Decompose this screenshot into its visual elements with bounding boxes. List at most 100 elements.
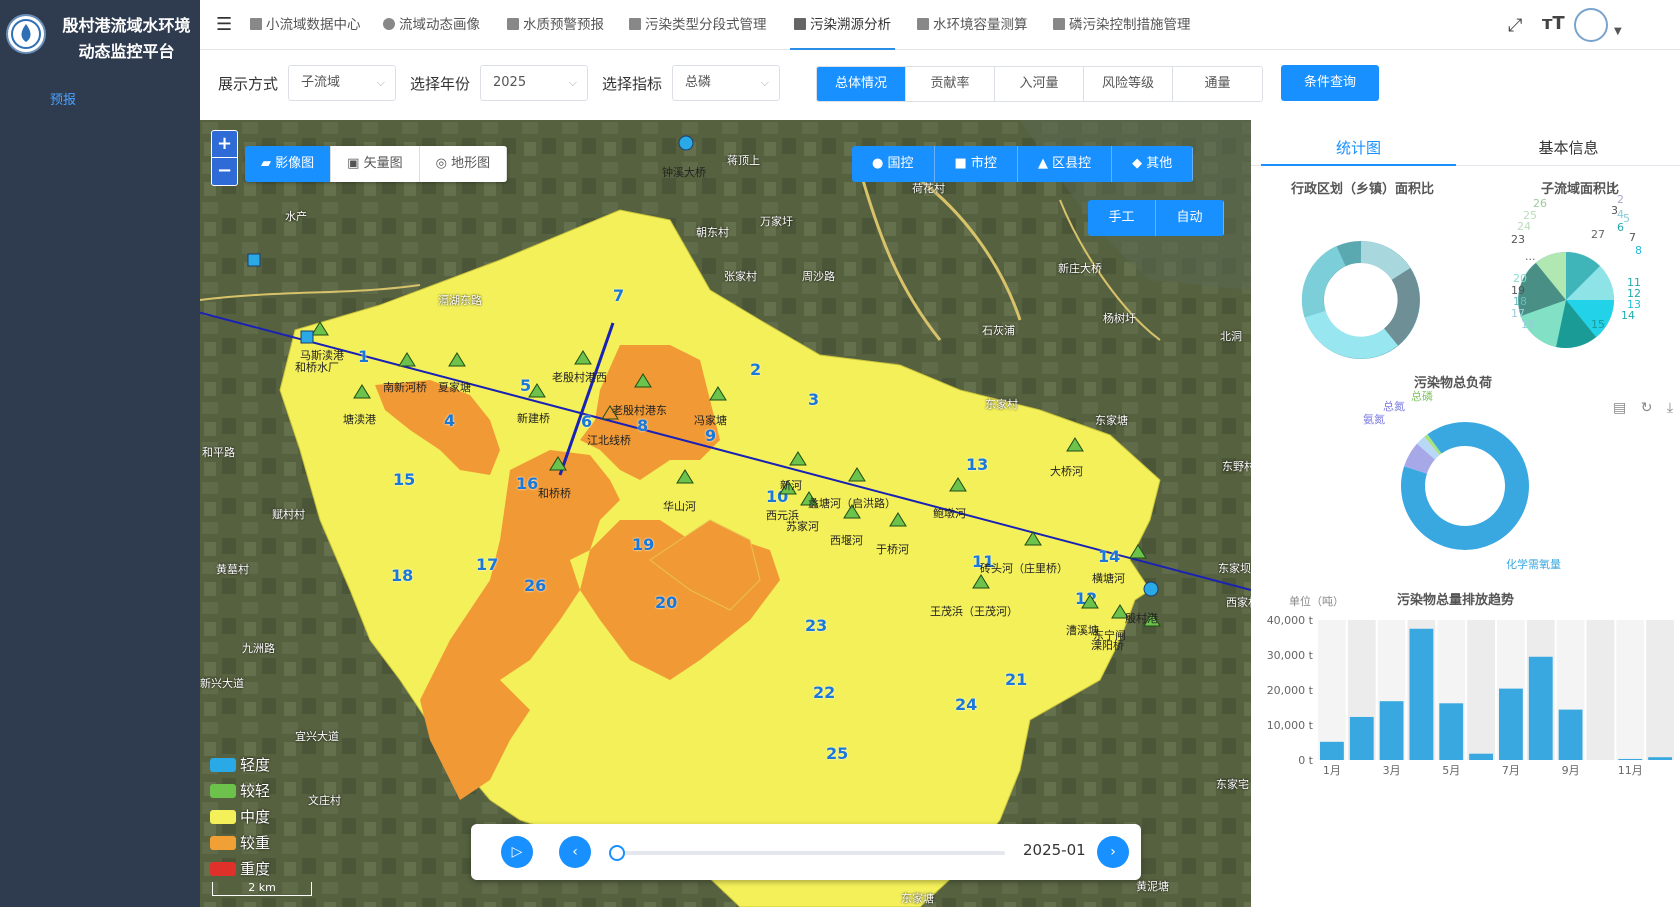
donut-slice[interactable] — [1424, 434, 1442, 456]
tab-pollution-source-analysis[interactable]: 污染溯源分析 — [790, 0, 895, 50]
play-button[interactable]: ▷ — [501, 836, 533, 868]
station-city[interactable]: ■ 市控 — [934, 146, 1018, 182]
timeline-track[interactable] — [615, 851, 1005, 855]
tab-contribution[interactable]: 贡献率 — [906, 67, 995, 101]
tab-river-inflow[interactable]: 入河量 — [995, 67, 1084, 101]
fullscreen-icon[interactable]: ⤢ — [1508, 15, 1522, 36]
station-county[interactable]: ▲ 区县控 — [1017, 146, 1113, 182]
bar[interactable] — [1469, 753, 1493, 760]
station-label[interactable]: 塘渎港 — [343, 411, 376, 427]
tab-basic-info[interactable]: 基本信息 — [1471, 130, 1666, 166]
tab-phosphorus-control[interactable]: 磷污染控制措施管理 — [1053, 0, 1191, 50]
tab-water-quality-warning[interactable]: 水质预警预报 — [507, 0, 604, 50]
station-label[interactable]: 殷村港 — [1125, 610, 1158, 626]
station-label[interactable]: 新河 — [780, 477, 802, 493]
station-label[interactable]: 东宁闸 — [1093, 627, 1126, 643]
bar[interactable] — [1349, 716, 1374, 760]
year-select[interactable]: 2025 ⌵ — [480, 65, 588, 101]
mode-manual[interactable]: 手工 — [1088, 200, 1156, 236]
tab-overall[interactable]: 总体情况 — [817, 67, 906, 101]
menu-toggle-icon[interactable]: ☰ — [216, 14, 232, 35]
chevron-down-icon: ⌵ — [376, 76, 385, 89]
timeline-slider-handle[interactable] — [609, 845, 625, 861]
station-label[interactable]: 冯家塘 — [694, 412, 727, 428]
tab-pollution-type-management[interactable]: 污染类型分段式管理 — [629, 0, 767, 50]
bar[interactable] — [1379, 701, 1404, 760]
bar[interactable] — [1618, 758, 1643, 760]
table-icon — [794, 18, 806, 30]
indicator-select[interactable]: 总磷 ⌵ — [672, 65, 780, 101]
query-button[interactable]: 条件查询 — [1281, 65, 1379, 101]
tab-basin-portrait[interactable]: 流域动态画像 — [383, 0, 480, 50]
grid-icon — [250, 18, 262, 30]
tab-subbasin-data-center[interactable]: 小流域数据中心 — [250, 0, 361, 50]
admin-area-donut[interactable] — [1301, 241, 1420, 359]
basemap-terrain[interactable]: ◎ 地形图 — [419, 146, 508, 182]
pie-label: 2 — [1617, 193, 1624, 206]
station-label[interactable]: 西堰河 — [830, 532, 863, 548]
next-button[interactable]: › — [1097, 836, 1129, 868]
bar[interactable] — [1558, 709, 1583, 760]
tab-water-capacity[interactable]: 水环境容量测算 — [917, 0, 1028, 50]
station-label[interactable]: 和桥水厂 — [295, 359, 339, 375]
donut-slice[interactable] — [1404, 443, 1436, 475]
station-label[interactable]: 华山河 — [663, 498, 696, 514]
mode-auto[interactable]: 自动 — [1156, 200, 1224, 236]
station-label[interactable]: 钟溪大桥 — [662, 164, 706, 180]
timeline-player: ▷ ‹ 2025-01 › — [471, 824, 1141, 880]
station-label[interactable]: 大桥河 — [1050, 463, 1083, 479]
emission-trend-chart[interactable]: 0 t 10,000 t 20,000 t 30,000 t 40,000 t 1月 3月 5… — [1251, 600, 1680, 780]
station-label[interactable]: 南新河桥 — [383, 379, 427, 395]
document-icon — [629, 18, 641, 30]
display-mode-select[interactable]: 子流域 ⌵ — [288, 65, 396, 101]
sidebar-item-forecast[interactable]: 预报 — [50, 89, 76, 108]
map-view[interactable]: 1 2 3 4 5 6 7 8 9 10 11 12 13 14 15 16 1… — [200, 120, 1251, 907]
pie-label: 23 — [1511, 233, 1525, 246]
station-label[interactable]: 老殷村港东 — [612, 402, 667, 418]
pie-label: 27 — [1591, 228, 1605, 241]
bar[interactable] — [1648, 757, 1672, 760]
zoom-out-button[interactable]: − — [212, 158, 237, 185]
view-tabs: 总体情况 贡献率 入河量 风险等级 通量 — [816, 66, 1263, 102]
station-label[interactable]: 苏家河 — [786, 518, 819, 534]
station-label[interactable]: 夏家塘 — [438, 379, 471, 395]
donut-slice[interactable] — [1416, 436, 1440, 460]
bar[interactable] — [1439, 703, 1464, 760]
station-label[interactable]: 砖头河（庄里桥） — [980, 560, 1068, 576]
chart2-title: 子流域面积比 — [1541, 182, 1620, 197]
station-label[interactable]: 和桥桥 — [538, 485, 571, 501]
station-label[interactable]: 老殷村港西 — [552, 369, 607, 385]
filter-bar: 展示方式 子流域 ⌵ 选择年份 2025 ⌵ 选择指标 总磷 ⌵ 总体情况 贡献率 入… — [200, 50, 1680, 120]
tab-risk-level[interactable]: 风险等级 — [1084, 67, 1173, 101]
basemap-vector[interactable]: ▣ 矢量图 — [331, 146, 420, 182]
y-tick-label: 40,000 t — [1267, 614, 1314, 627]
station-label[interactable]: 新建桥 — [517, 410, 550, 426]
tab-flux[interactable]: 通量 — [1173, 67, 1262, 101]
pie-label: 20 — [1513, 272, 1527, 285]
platform-logo — [6, 14, 46, 54]
station-label[interactable]: 蠡塘河（启洪路） — [808, 495, 896, 511]
subbasin-area-pie[interactable] — [1518, 251, 1615, 348]
chevron-down-icon[interactable]: ▼ — [1614, 26, 1622, 37]
indicator-label: 选择指标 — [602, 75, 663, 93]
prev-button[interactable]: ‹ — [559, 836, 591, 868]
zoom-in-button[interactable]: + — [212, 131, 237, 158]
pollutant-load-donut[interactable] — [1251, 380, 1680, 580]
station-label[interactable]: 江北线桥 — [587, 432, 631, 448]
bar[interactable] — [1499, 688, 1523, 760]
avatar[interactable] — [1574, 8, 1608, 42]
station-label[interactable]: 鲍墩河 — [933, 505, 966, 521]
station-label[interactable]: 横塘河 — [1092, 570, 1125, 586]
station-national[interactable]: ● 国控 — [852, 146, 935, 182]
bar[interactable] — [1409, 628, 1434, 760]
basemap-imagery[interactable]: ▰ 影像图 — [245, 146, 332, 182]
station-label[interactable]: 王茂浜（王茂河） — [930, 603, 1018, 619]
station-label[interactable]: 于桥河 — [876, 541, 909, 557]
text-size-icon[interactable]: тT — [1542, 13, 1565, 34]
tab-statistics[interactable]: 统计图 — [1261, 130, 1456, 166]
bar[interactable] — [1320, 741, 1344, 760]
legend-item: 重度 — [210, 856, 270, 882]
station-other[interactable]: ◆ 其他 — [1112, 146, 1194, 182]
station-type-filter: ● 国控 ■ 市控 ▲ 区县控 ◆ 其他 — [852, 146, 1194, 182]
bar[interactable] — [1528, 656, 1553, 760]
